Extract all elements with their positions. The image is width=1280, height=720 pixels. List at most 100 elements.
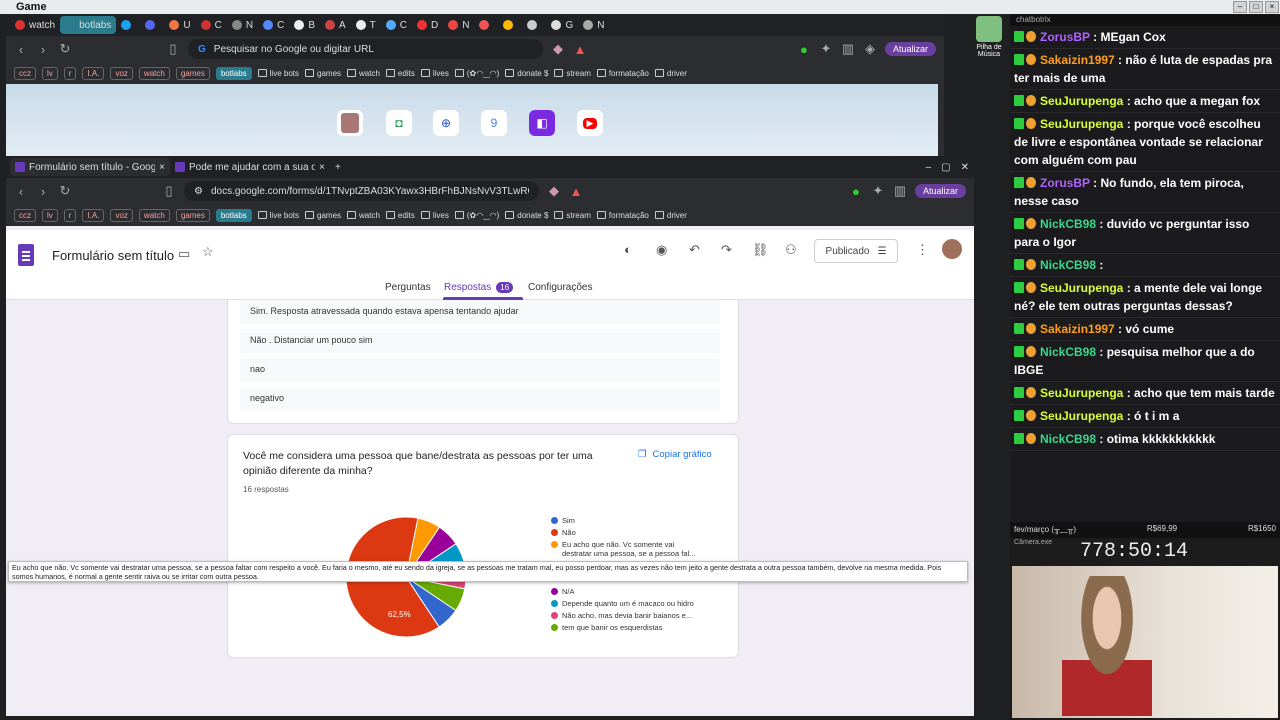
back-tab[interactable]: G (546, 16, 578, 34)
minimize-icon[interactable]: – (1233, 1, 1247, 13)
chat-username[interactable]: SeuJurupenga (1040, 117, 1123, 131)
reload-icon[interactable]: ↻ (58, 41, 72, 57)
brave-shield-icon[interactable]: ◆ (547, 183, 561, 199)
bookmark-item[interactable]: watch (347, 69, 380, 78)
bookmark-chip[interactable]: games (175, 208, 210, 222)
shortcut-twitch-icon[interactable]: ◧ (529, 110, 555, 136)
bookmark-item[interactable]: stream (554, 69, 591, 78)
legend-item[interactable]: tem que banir os esquerdistas (551, 623, 701, 632)
shortcut-calendar-icon[interactable]: 9 (481, 110, 507, 136)
bookmark-chip[interactable]: lv (42, 208, 58, 222)
close-icon[interactable]: × (1265, 1, 1279, 13)
legend-item[interactable]: N/A (551, 587, 701, 596)
bookmark-chip[interactable]: botlabs (215, 66, 252, 80)
chat-username[interactable]: Sakaizin1997 (1040, 322, 1115, 336)
form-title[interactable]: Formulário sem título (52, 248, 174, 263)
close-icon[interactable]: × (319, 162, 325, 173)
chat-username[interactable]: NickCB98 (1040, 258, 1096, 272)
back-tab[interactable]: N (227, 16, 258, 34)
avatar[interactable] (942, 239, 962, 259)
bookmark-item[interactable]: lives (420, 69, 449, 78)
chat-username[interactable]: NickCB98 (1040, 345, 1096, 359)
tab-responses[interactable]: Respostas 16 (444, 282, 514, 293)
link-icon[interactable]: ⛓ (752, 242, 769, 258)
copy-chart-button[interactable]: ❐ Copiar gráfico (638, 449, 712, 460)
close-window-icon[interactable]: ✕ (956, 158, 974, 176)
shortcut-chat-icon[interactable]: ◘ (386, 110, 412, 136)
bookmark-item[interactable]: watch (347, 211, 380, 220)
back-tab[interactable]: T (351, 16, 381, 34)
site-info-icon[interactable]: ⚙ (194, 186, 203, 197)
maximize-icon[interactable]: □ (1249, 1, 1263, 13)
back-tab[interactable]: C (258, 16, 289, 34)
google-forms-logo-icon[interactable] (18, 244, 34, 266)
back-tab[interactable] (140, 16, 164, 34)
bookmark-chip[interactable]: r (63, 66, 77, 80)
back-arrow-icon[interactable]: ‹ (14, 42, 28, 57)
shortcut-youtube-icon[interactable]: ▶ (577, 110, 603, 136)
legend-item[interactable]: Sim (551, 516, 701, 525)
bookmark-chip[interactable]: I.A. (82, 208, 105, 222)
bookmark-item[interactable]: driver (654, 211, 687, 220)
sidebar-icon[interactable]: ▥ (893, 183, 907, 199)
reload-icon[interactable]: ↻ (58, 183, 72, 199)
bookmark-chip[interactable]: games (175, 66, 210, 80)
legend-item[interactable]: Depende quanto um é macaco ou hidro (551, 599, 701, 608)
bookmark-item[interactable]: games (305, 69, 341, 78)
back-tab[interactable]: N (443, 16, 474, 34)
bookmark-chip[interactable]: lv (42, 66, 58, 80)
extensions-puzzle-icon[interactable]: ✦ (871, 183, 885, 199)
bookmark-item[interactable]: edits (385, 211, 415, 220)
bookmark-chip[interactable]: voz (110, 66, 133, 80)
bookmark-chip[interactable]: r (63, 208, 77, 222)
back-tab[interactable]: N (578, 16, 609, 34)
back-omnibox[interactable]: G Pesquisar no Google ou digitar URL (188, 39, 543, 59)
bookmark-item[interactable]: live bots (257, 69, 299, 78)
bookmark-item[interactable]: (✿◠‿◠) (454, 69, 499, 78)
add-collaborator-icon[interactable]: ⚇ (785, 242, 797, 258)
close-icon[interactable]: × (159, 162, 165, 173)
bookmark-icon[interactable]: ▯ (162, 183, 176, 199)
forward-arrow-icon[interactable]: › (36, 184, 50, 199)
bookmark-chip[interactable]: watch (138, 66, 170, 80)
shortcut-avatar-icon[interactable] (337, 110, 363, 136)
bookmark-item[interactable]: live bots (257, 211, 299, 220)
tab-settings[interactable]: Configurações (528, 282, 592, 293)
forward-arrow-icon[interactable]: › (36, 42, 50, 57)
back-tab[interactable]: watch (10, 16, 60, 34)
bookmark-item[interactable]: formatação (596, 211, 649, 220)
bookmark-item[interactable]: donate $ (505, 211, 548, 220)
back-tab[interactable] (116, 16, 140, 34)
chat-username[interactable]: Sakaizin1997 (1040, 53, 1115, 67)
back-tab[interactable]: botlabs (60, 16, 117, 34)
bookmark-item[interactable]: formatação (596, 69, 649, 78)
chat-username[interactable]: SeuJurupenga (1040, 409, 1123, 423)
back-tab[interactable] (498, 16, 522, 34)
brave-shield-icon[interactable]: ◆ (551, 41, 565, 57)
redo-icon[interactable]: ↷ (721, 242, 732, 258)
front-update-button[interactable]: Atualizar (914, 184, 966, 198)
bookmark-chip[interactable]: botlabs (215, 208, 252, 222)
sidebar-icon[interactable]: ▥ (841, 41, 855, 57)
extension-icon[interactable]: ● (797, 42, 811, 57)
bookmark-item[interactable]: driver (654, 69, 687, 78)
back-tab[interactable]: U (164, 16, 195, 34)
desktop-shortcut[interactable]: Pilha de Música (972, 14, 1006, 66)
bookmark-item[interactable]: games (305, 211, 341, 220)
maximize-icon[interactable]: ▢ (936, 158, 955, 176)
back-arrow-icon[interactable]: ‹ (14, 184, 28, 199)
bookmark-chip[interactable]: voz (110, 208, 133, 222)
new-tab-icon[interactable]: + (330, 158, 346, 176)
bookmark-chip[interactable]: I.A. (82, 66, 105, 80)
chat-username[interactable]: SeuJurupenga (1040, 386, 1123, 400)
extensions-puzzle-icon[interactable]: ✦ (819, 41, 833, 57)
tab-form[interactable]: Formulário sem título - Google F × (10, 158, 170, 176)
back-tab[interactable]: D (412, 16, 443, 34)
back-tab[interactable] (522, 16, 546, 34)
back-tab[interactable] (474, 16, 498, 34)
shortcut-app-icon[interactable]: ⊕ (433, 110, 459, 136)
back-tab[interactable]: C (196, 16, 227, 34)
chat-username[interactable]: SeuJurupenga (1040, 281, 1123, 295)
palette-icon[interactable]: ◐ (624, 242, 632, 257)
bookmark-chip[interactable]: ccz (14, 66, 36, 80)
